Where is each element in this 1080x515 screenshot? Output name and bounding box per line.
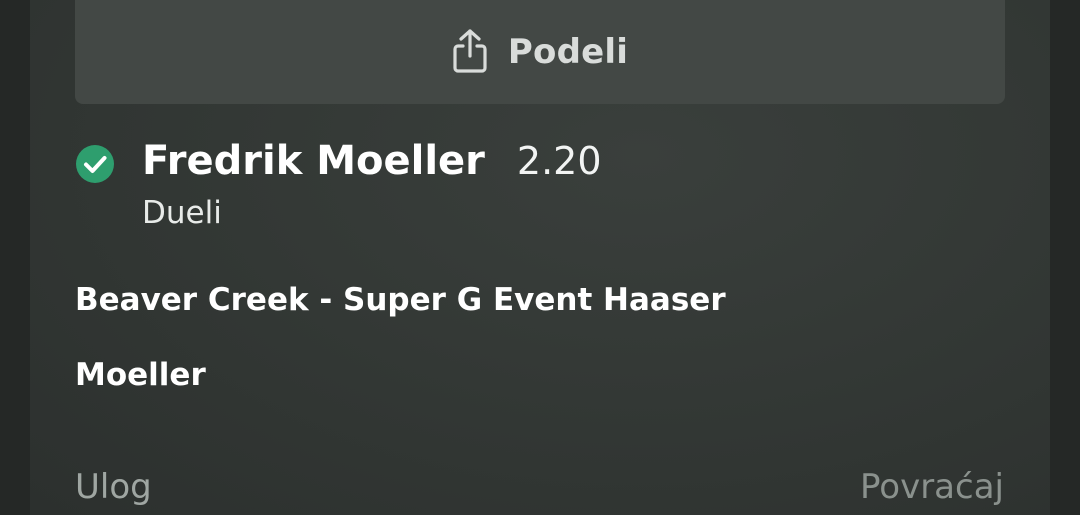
share-button[interactable]: Podeli bbox=[75, 0, 1005, 104]
event-title: Beaver Creek - Super G Event Haaser bbox=[75, 282, 726, 318]
share-label: Podeli bbox=[507, 32, 629, 72]
check-circle-icon bbox=[76, 145, 114, 183]
stake-label: Ulog bbox=[75, 467, 152, 507]
share-icon bbox=[453, 29, 487, 73]
return-label: Povraćaj bbox=[859, 467, 1004, 507]
pick-label: Moeller bbox=[75, 357, 206, 393]
market-name: Dueli bbox=[142, 195, 222, 231]
bet-detail-card: Podeli Fredrik Moeller 2.20 Dueli Beaver… bbox=[30, 0, 1050, 515]
bet-ticket-screen: Podeli Fredrik Moeller 2.20 Dueli Beaver… bbox=[0, 0, 1080, 515]
selection-row: Fredrik Moeller 2.20 bbox=[142, 138, 602, 184]
selection-odds: 2.20 bbox=[516, 139, 602, 183]
selection-name: Fredrik Moeller bbox=[142, 138, 485, 184]
